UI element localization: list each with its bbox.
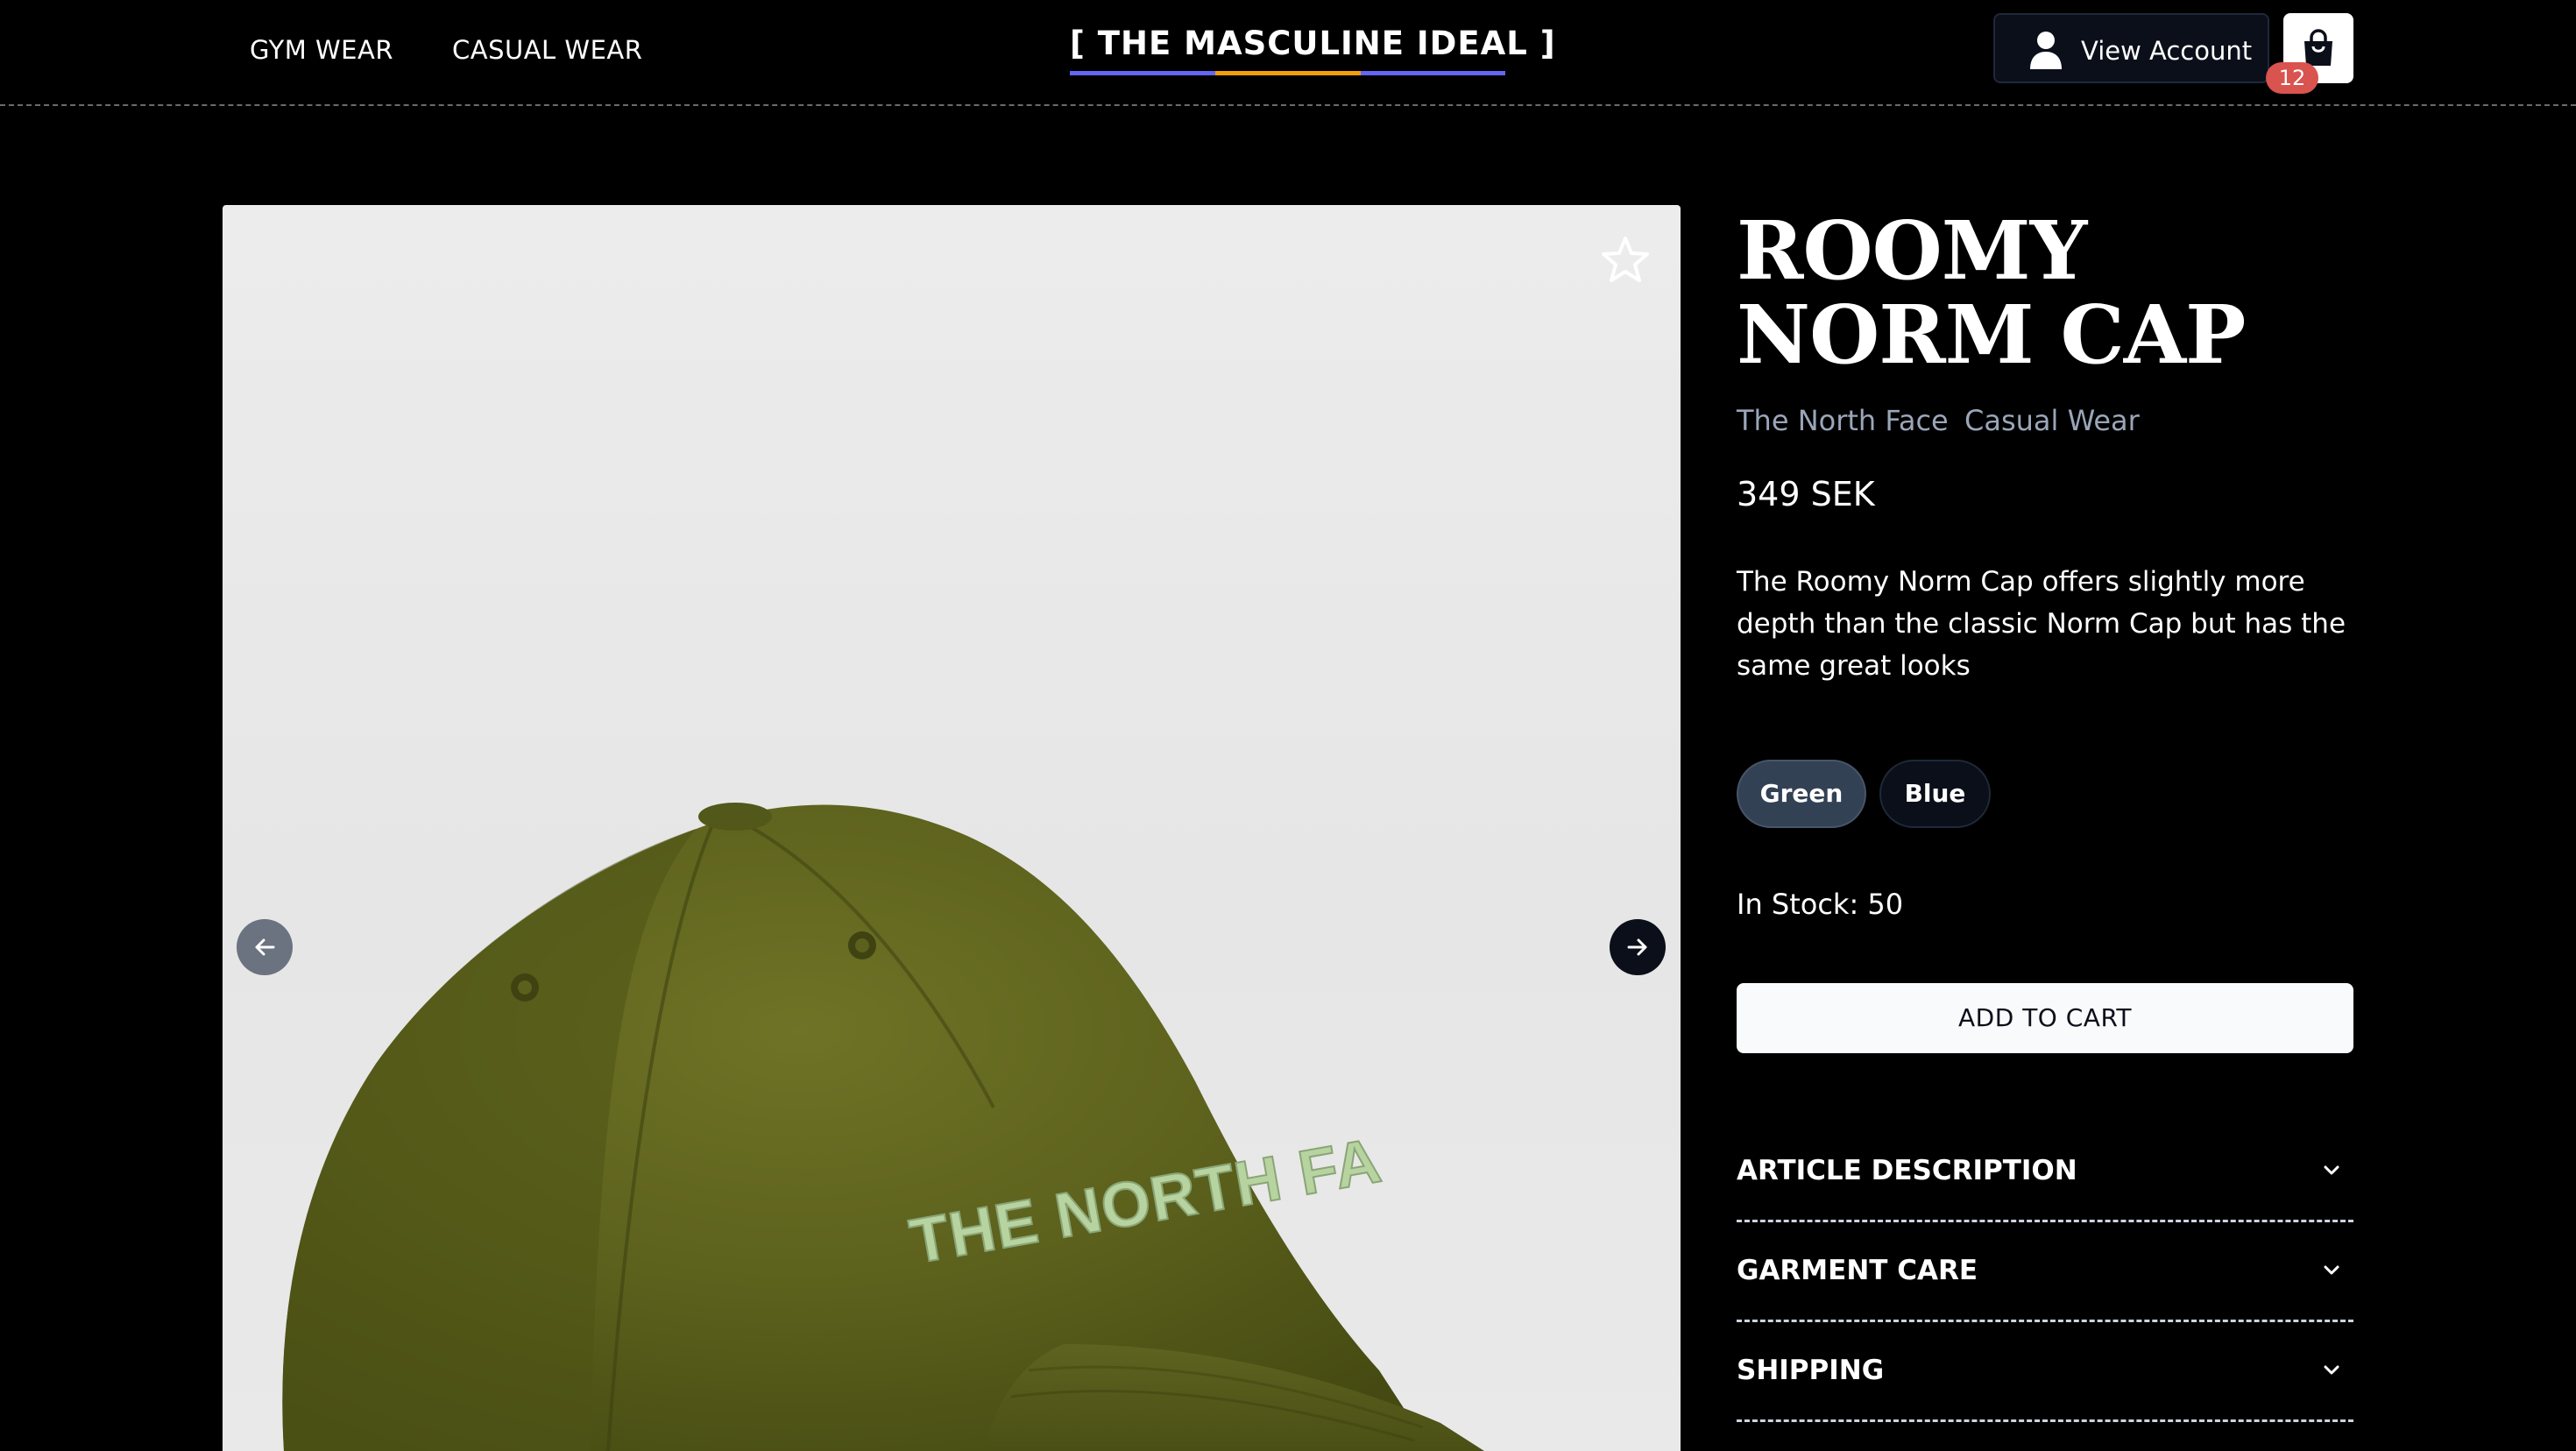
logo-underline <box>1070 71 1505 75</box>
accordion-label: SHIPPING <box>1737 1355 1885 1386</box>
accordion-label: ARTICLE DESCRIPTION <box>1737 1155 2077 1186</box>
site-logo[interactable]: [ THE MASCULINE IDEAL ] <box>1070 25 1556 75</box>
product-description: The Roomy Norm Cap offers slightly more … <box>1737 566 2346 682</box>
view-account-label: View Account <box>2081 36 2253 66</box>
gallery-next-button[interactable] <box>1610 919 1666 975</box>
accordion-article-description[interactable]: ARTICLE DESCRIPTION <box>1737 1124 2353 1222</box>
variant-green-button[interactable]: Green <box>1737 760 1866 828</box>
product-image: THE NORTH FA <box>282 803 1484 1451</box>
shopping-bag-icon <box>2304 29 2332 66</box>
cart-count-badge: 12 <box>2266 62 2318 94</box>
site-header: GYM WEAR CASUAL WEAR [ THE MASCULINE IDE… <box>0 0 2576 106</box>
nav-gym-wear[interactable]: GYM WEAR <box>250 35 393 65</box>
variant-blue-button[interactable]: Blue <box>1879 760 1991 828</box>
accordion-label: GARMENT CARE <box>1737 1255 1978 1286</box>
chevron-down-icon <box>2324 1165 2339 1175</box>
accordion-shipping[interactable]: SHIPPING <box>1737 1324 2353 1422</box>
product-image-gallery: THE NORTH FA <box>223 205 1681 1451</box>
chevron-down-icon <box>2324 1365 2339 1375</box>
chevron-down-icon <box>2324 1265 2339 1275</box>
view-account-button[interactable]: View Account <box>1993 13 2269 83</box>
nav-casual-wear[interactable]: CASUAL WEAR <box>452 35 642 65</box>
product-title-line1: ROOMY <box>1737 203 2087 298</box>
product-title: ROOMY NORM CAP <box>1737 209 2350 377</box>
logo-text: [ THE MASCULINE IDEAL ] <box>1070 25 1556 62</box>
user-icon <box>2030 32 2062 69</box>
arrow-left-icon <box>255 938 275 956</box>
product-brand-link[interactable]: The North Face <box>1737 404 1949 437</box>
stock-status: In Stock: 50 <box>1737 888 1904 921</box>
star-outline-icon[interactable] <box>1599 234 1652 287</box>
product-category-link[interactable]: Casual Wear <box>1964 404 2140 437</box>
product-title-line2: NORM CAP <box>1737 287 2246 382</box>
arrow-right-icon <box>1627 938 1647 956</box>
logo-underline-segment <box>1070 71 1215 75</box>
product-price: 349 SEK <box>1737 475 1875 513</box>
gallery-prev-button[interactable] <box>237 919 293 975</box>
accordion-garment-care[interactable]: GARMENT CARE <box>1737 1224 2353 1322</box>
add-to-cart-button[interactable]: ADD TO CART <box>1737 983 2353 1053</box>
logo-underline-segment <box>1215 71 1361 75</box>
logo-underline-segment <box>1361 71 1505 75</box>
